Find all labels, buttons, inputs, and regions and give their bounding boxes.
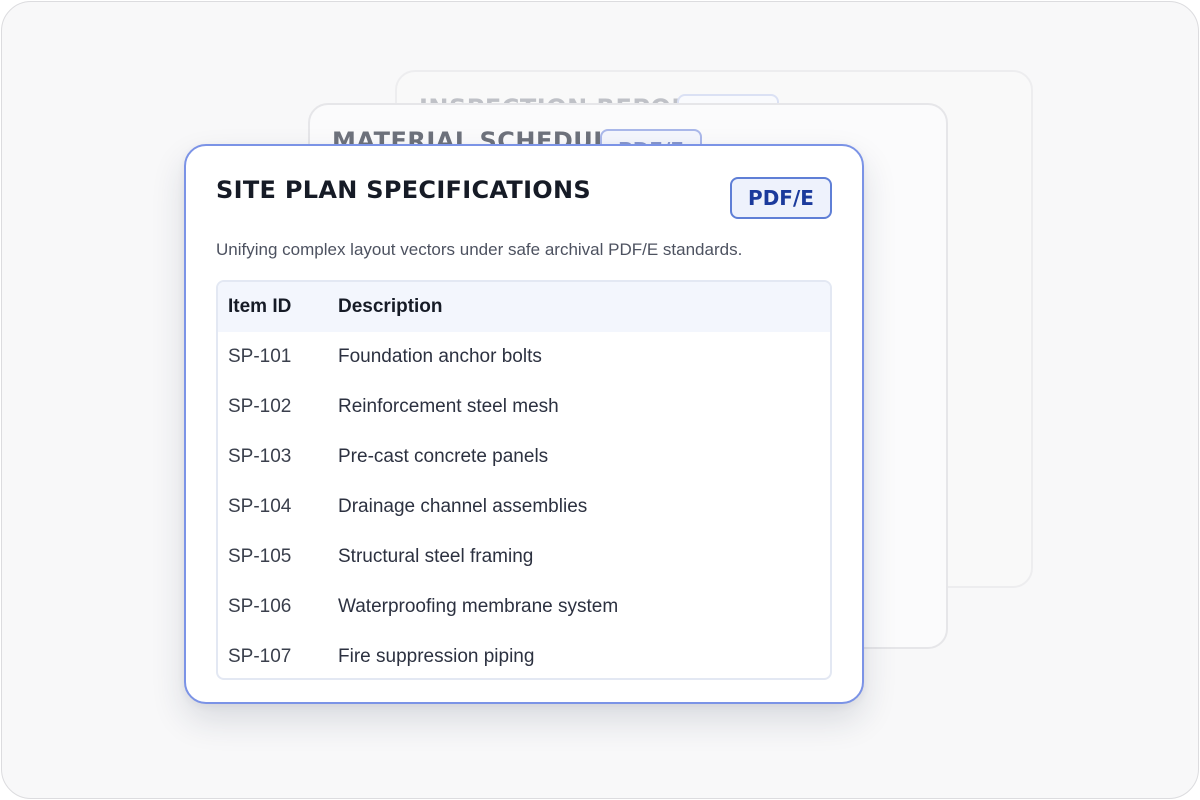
description-cell: Reinforcement steel mesh (338, 396, 559, 417)
table-header: Item ID Description (218, 282, 830, 332)
description-cell: Foundation anchor bolts (338, 346, 542, 367)
table-row: SP-101 Foundation anchor bolts (218, 332, 830, 382)
item-id-cell: SP-104 (228, 496, 292, 517)
table-row: SP-107 Fire suppression piping (218, 632, 830, 678)
item-id-cell: SP-107 (228, 646, 292, 667)
description-cell: Drainage channel assemblies (338, 496, 588, 517)
table-row: SP-104 Drainage channel assemblies (218, 482, 830, 532)
column-header-item-id: Item ID (228, 296, 292, 317)
table-row: SP-106 Waterproofing membrane system (218, 582, 830, 632)
table-row: SP-102 Reinforcement steel mesh (218, 382, 830, 432)
item-id-cell: SP-106 (228, 596, 292, 617)
canvas-frame: INSPECTION REPORT PDF/E MATERIAL SCHEDUL… (1, 1, 1199, 799)
format-badge: PDF/E (730, 177, 832, 219)
item-id-cell: SP-105 (228, 546, 292, 567)
description-cell: Waterproofing membrane system (338, 596, 619, 617)
table-row: SP-105 Structural steel framing (218, 532, 830, 582)
description-cell: Fire suppression piping (338, 646, 535, 667)
item-id-cell: SP-101 (228, 346, 292, 367)
table-body: SP-101 Foundation anchor bolts SP-102 Reinf… (218, 332, 830, 678)
document-title: SITE PLAN SPECIFICATIONS (216, 176, 591, 204)
item-id-cell: SP-102 (228, 396, 292, 417)
description-cell: Pre-cast concrete panels (338, 446, 549, 467)
item-id-cell: SP-103 (228, 446, 292, 467)
table-row: SP-103 Pre-cast concrete panels (218, 432, 830, 482)
description-cell: Structural steel framing (338, 546, 534, 567)
column-header-description: Description (338, 296, 443, 317)
specifications-table: Item ID Description SP-101 Foundation anc… (216, 280, 832, 680)
document-card-site-plan-specifications[interactable]: SITE PLAN SPECIFICATIONS PDF/E Unifying … (184, 144, 864, 704)
document-subtitle: Unifying complex layout vectors under sa… (216, 240, 743, 259)
